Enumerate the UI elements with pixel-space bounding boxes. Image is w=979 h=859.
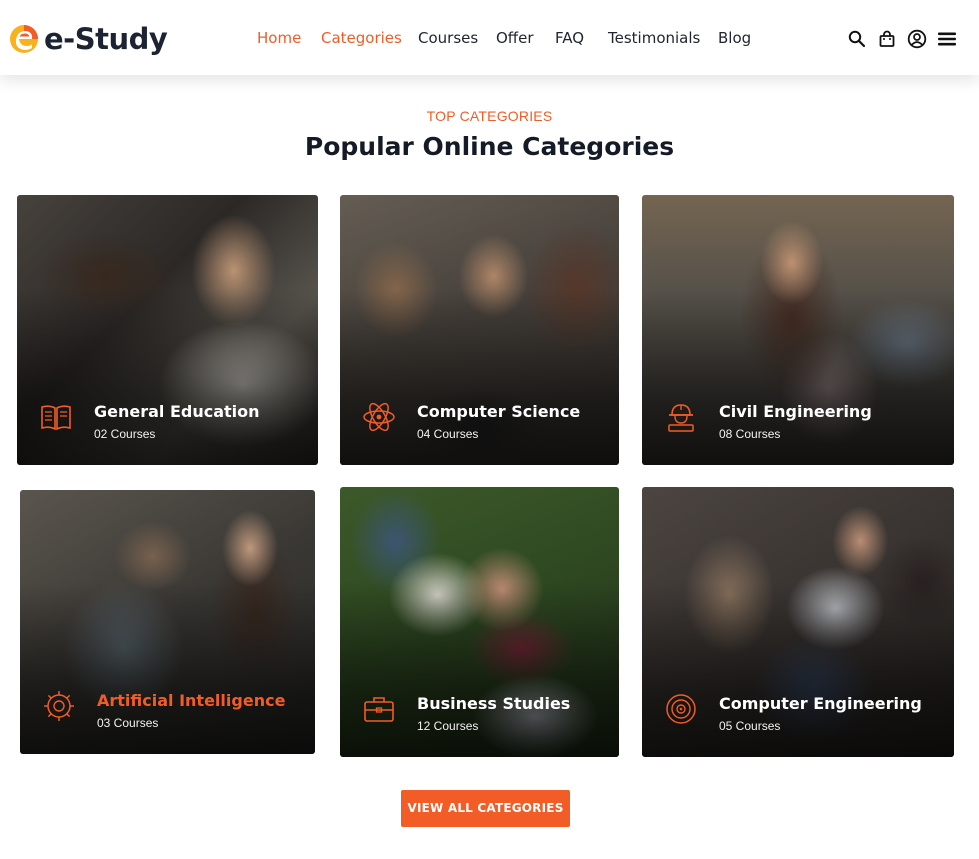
category-card-artificial-intelligence[interactable]: Artificial Intelligence 03 Courses [20,490,315,754]
category-name: Artificial Intelligence [97,691,286,710]
briefcase-icon [364,697,394,722]
main-nav: Home Categories Courses Offer FAQ Testim… [0,29,979,49]
search-icon[interactable] [847,28,867,50]
nav-faq[interactable]: FAQ [555,29,584,47]
category-name: Civil Engineering [719,402,872,421]
ai-brain-icon [44,691,74,721]
nav-offer[interactable]: Offer [496,29,534,47]
engineer-helmet-icon [668,404,694,432]
view-all-categories-button[interactable]: VIEW ALL CATEGORIES [401,790,570,827]
category-course-count: 08 Courses [719,427,781,441]
category-course-count: 05 Courses [719,719,781,733]
header-actions [847,28,957,50]
nav-courses[interactable]: Courses [418,29,478,47]
user-account-icon[interactable] [907,28,927,50]
atom-icon [363,402,395,432]
category-card-computer-engineering[interactable]: Computer Engineering 05 Courses [642,487,954,757]
nav-categories[interactable]: Categories [321,29,402,47]
shopping-bag-icon[interactable] [877,28,897,50]
category-name: General Education [94,402,260,421]
section-title: Popular Online Categories [304,132,675,161]
nav-blog[interactable]: Blog [718,29,751,47]
nav-testimonials[interactable]: Testimonials [608,29,700,47]
category-course-count: 02 Courses [94,427,156,441]
category-card-general-education[interactable]: General Education 02 Courses [17,195,318,465]
menu-hamburger-icon[interactable] [937,28,957,50]
category-course-count: 03 Courses [97,716,159,730]
category-name: Business Studies [417,694,571,713]
nav-home[interactable]: Home [257,29,301,47]
category-name: Computer Engineering [719,694,922,713]
section-eyebrow: TOP CATEGORIES [426,108,553,124]
category-card-business-studies[interactable]: Business Studies 12 Courses [340,487,619,757]
site-header: e-Study Home Categories Courses Offer FA… [0,0,979,75]
category-name: Computer Science [417,402,581,421]
category-course-count: 12 Courses [417,719,479,733]
category-card-civil-engineering[interactable]: Civil Engineering 08 Courses [642,195,954,465]
target-chip-icon [666,694,696,724]
category-course-count: 04 Courses [417,427,479,441]
category-card-computer-science[interactable]: Computer Science 04 Courses [340,195,619,465]
book-icon [41,405,71,431]
